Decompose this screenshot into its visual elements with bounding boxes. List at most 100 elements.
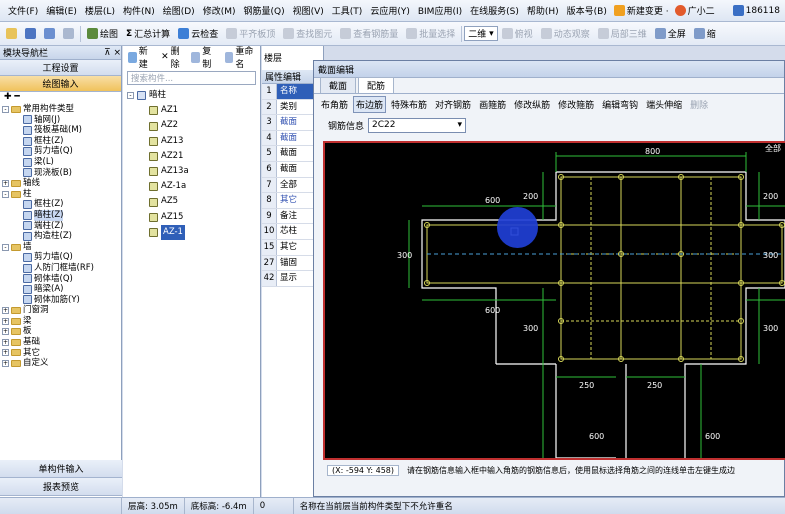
menu-modify[interactable]: 修改(M) — [199, 4, 240, 17]
account-phone[interactable]: 186118 — [730, 5, 783, 16]
batch-select-button[interactable]: 批量选择 — [402, 27, 459, 40]
modify-longitudinal-button[interactable]: 修改纵筋 — [511, 96, 553, 113]
tree-item[interactable]: 端柱(Z) — [2, 221, 121, 232]
expand-icon[interactable]: + — [2, 360, 9, 368]
save-button[interactable] — [21, 28, 40, 39]
tree-item[interactable]: + 轴线 — [2, 178, 121, 189]
component-item[interactable]: AZ-1 — [127, 224, 260, 241]
menu-view[interactable]: 视图(V) — [289, 4, 328, 17]
expand-icon[interactable]: + — [2, 307, 9, 315]
tree-item[interactable]: + 梁 — [2, 316, 121, 327]
zoom-button[interactable]: 缩 — [690, 27, 720, 40]
expand-icon[interactable]: + — [2, 179, 9, 187]
tree-item[interactable]: -墙 — [2, 242, 121, 253]
new-change-button[interactable]: 新建变更 · — [611, 4, 672, 17]
tree-item[interactable]: 现浇板(B) — [2, 168, 121, 179]
tree-item[interactable]: 梁(L) — [2, 157, 121, 168]
fullscreen-button[interactable]: 全屏 — [651, 27, 690, 40]
pin-icon[interactable]: ⊼ × — [104, 48, 121, 58]
collapse-icon[interactable]: - — [2, 190, 9, 198]
section-canvas[interactable]: 800 200 200 600 300 300 600 300 300 250 … — [323, 141, 785, 460]
tree-item[interactable]: + 其它 — [2, 348, 121, 359]
menu-file[interactable]: 文件(F) — [4, 4, 42, 17]
menu-online[interactable]: 在线服务(S) — [466, 4, 523, 17]
expand-icon[interactable]: + — [2, 317, 9, 325]
component-root[interactable]: - 暗柱 — [127, 88, 260, 103]
tree-item[interactable]: 砌体墙(Q) — [2, 274, 121, 285]
tree-add-icon[interactable]: ✚ — [4, 92, 12, 102]
tree-item[interactable]: + 板 — [2, 326, 121, 337]
component-item[interactable]: AZ21 — [127, 149, 260, 164]
open-button[interactable] — [2, 28, 21, 39]
expand-icon[interactable]: + — [2, 338, 9, 346]
tree-item[interactable]: - 常用构件类型 — [2, 104, 121, 115]
project-settings-button[interactable]: 工程设置 — [0, 60, 121, 76]
new-component-button[interactable]: 新建 — [125, 44, 156, 70]
delete-component-button[interactable]: ✕ 删除 — [158, 44, 186, 70]
orbit-button[interactable]: 动态观察 — [537, 27, 594, 40]
find-element-button[interactable]: 查找图元 — [279, 27, 336, 40]
menu-help[interactable]: 帮助(H) — [523, 4, 563, 17]
menu-component[interactable]: 构件(N) — [119, 4, 159, 17]
tree-item[interactable]: 暗柱(Z) — [2, 209, 121, 221]
tree-item[interactable]: + 自定义 — [2, 358, 121, 369]
tree-item[interactable]: 砌体加筋(Y) — [2, 295, 121, 306]
redo-button[interactable] — [59, 28, 78, 39]
menu-cloud[interactable]: 云应用(Y) — [366, 4, 414, 17]
expand-icon[interactable]: + — [2, 349, 9, 357]
menu-floor[interactable]: 楼层(L) — [81, 4, 119, 17]
tree-item[interactable]: 人防门框墙(RF) — [2, 263, 121, 274]
tab-reinforcement[interactable]: 配筋 — [358, 77, 395, 93]
rebar-info-input[interactable]: 2C22 ▾ — [368, 117, 467, 133]
local-3d-button[interactable]: 局部三维 — [594, 27, 651, 40]
top-view-button[interactable]: 俯视 — [498, 27, 537, 40]
collapse-icon[interactable]: - — [2, 243, 9, 251]
view-rebar-button[interactable]: 查看钢筋量 — [336, 27, 402, 40]
chevron-down-icon[interactable]: ▾ — [457, 120, 462, 130]
tree-item[interactable]: 剪力墙(Q) — [2, 252, 121, 263]
tree-item[interactable]: -柱 — [2, 189, 121, 200]
draw-button[interactable]: 绘图 — [83, 27, 122, 40]
undo-button[interactable] — [40, 28, 59, 39]
report-preview-tab[interactable]: 报表预览 — [0, 478, 122, 496]
menu-tools[interactable]: 工具(T) — [328, 4, 367, 17]
delete-rebar-button[interactable]: 删除 — [687, 96, 711, 113]
tree-item[interactable]: + 基础 — [2, 337, 121, 348]
tree-item[interactable]: + 门窗洞 — [2, 305, 121, 316]
user-button[interactable]: 广小二 — [672, 4, 718, 17]
tree-item[interactable]: 轴网(J) — [2, 115, 121, 126]
flush-slab-top-button[interactable]: 平齐板顶 — [222, 27, 279, 40]
menu-version[interactable]: 版本号(B) — [563, 4, 611, 17]
component-item[interactable]: AZ-1a — [127, 179, 260, 194]
view-mode-select[interactable]: 二维 ▾ — [464, 26, 498, 41]
end-extend-button[interactable]: 端头伸缩 — [643, 96, 685, 113]
collapse-icon[interactable]: - — [2, 105, 9, 113]
cloud-check-button[interactable]: 云检查 — [174, 27, 222, 40]
component-item[interactable]: AZ5 — [127, 194, 260, 209]
place-corner-rebar-button[interactable]: 布角筋 — [318, 96, 351, 113]
tree-item[interactable]: 剪力墙(Q) — [2, 146, 121, 157]
menu-bim[interactable]: BIM应用(I) — [414, 4, 466, 17]
place-edge-rebar-button[interactable]: 布边筋 — [353, 96, 387, 113]
modify-stirrup-button[interactable]: 修改箍筋 — [555, 96, 597, 113]
drawing-input-button[interactable]: 绘图输入 — [0, 76, 121, 92]
draw-stirrup-button[interactable]: 画箍筋 — [476, 96, 509, 113]
tree-item[interactable]: 构造柱(Z) — [2, 231, 121, 242]
menu-draw[interactable]: 绘图(D) — [159, 4, 199, 17]
tree-item[interactable]: 框柱(Z) — [2, 136, 121, 147]
tree-item[interactable]: 筏板基础(M) — [2, 125, 121, 136]
tree-item[interactable]: 框柱(Z) — [2, 199, 121, 210]
tree-remove-icon[interactable]: ━ — [14, 92, 19, 102]
copy-component-button[interactable]: 复制 — [188, 44, 219, 70]
component-item[interactable]: AZ1 — [127, 103, 260, 118]
edit-hook-button[interactable]: 编辑弯钩 — [599, 96, 641, 113]
menu-edit[interactable]: 编辑(E) — [42, 4, 81, 17]
align-rebar-button[interactable]: 对齐钢筋 — [432, 96, 474, 113]
summary-calc-button[interactable]: Σ 汇总计算 — [122, 27, 174, 41]
tab-section[interactable]: 截面 — [320, 77, 357, 93]
single-component-input-tab[interactable]: 单构件输入 — [0, 460, 122, 478]
rename-component-button[interactable]: 重命名 — [222, 44, 260, 70]
menu-rebar-quantity[interactable]: 钢筋量(Q) — [239, 4, 288, 17]
component-item[interactable]: AZ15 — [127, 210, 260, 225]
tree-item[interactable]: 暗梁(A) — [2, 284, 121, 295]
